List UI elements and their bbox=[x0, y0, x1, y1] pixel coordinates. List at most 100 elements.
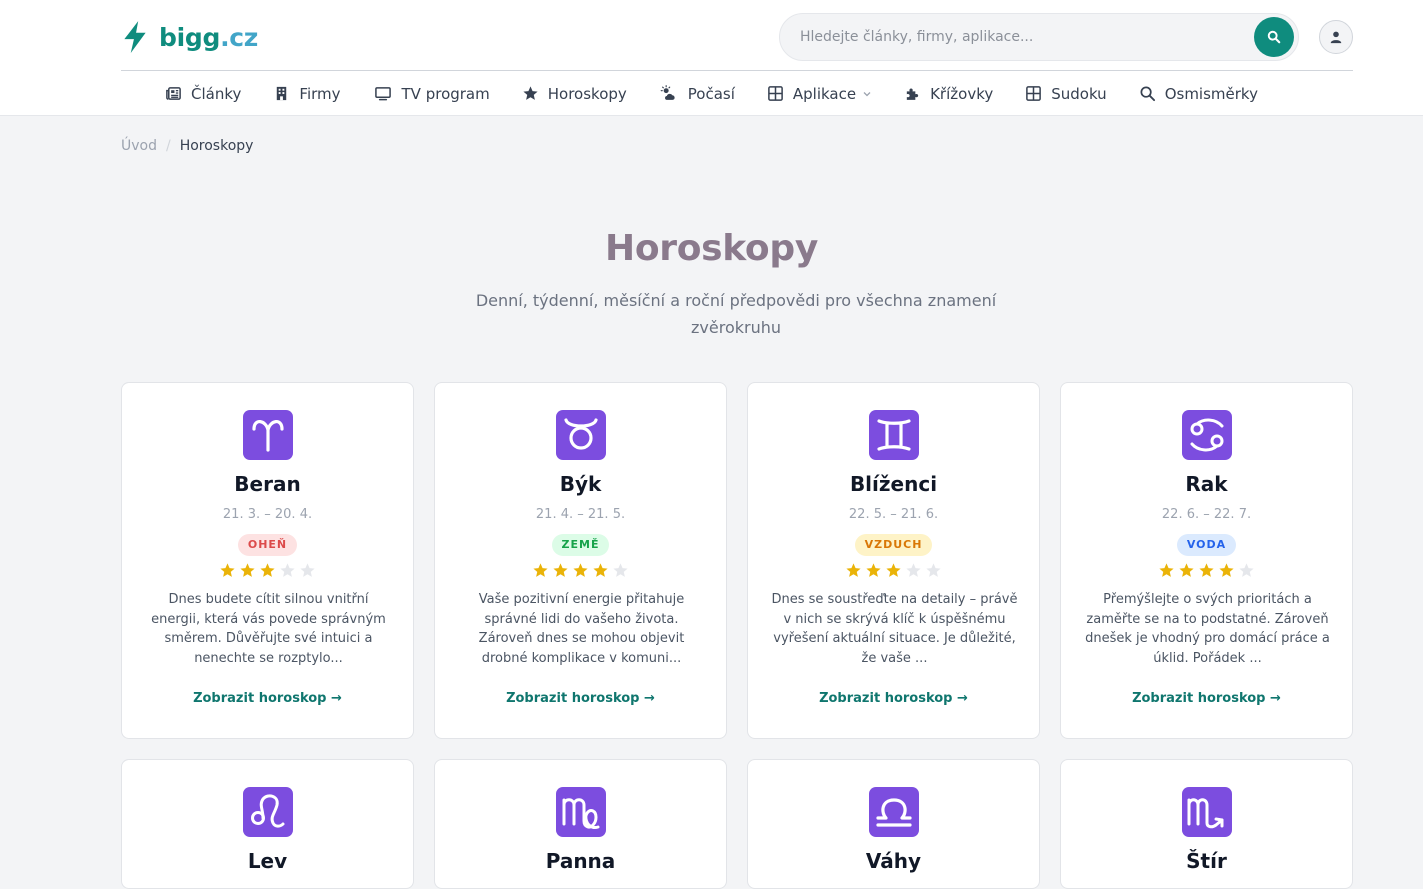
star-icon bbox=[240, 563, 255, 577]
site-logo[interactable]: bigg.cz bbox=[121, 19, 258, 55]
star-rating bbox=[435, 562, 726, 579]
nav-item-sudoku[interactable]: Sudoku bbox=[1009, 72, 1122, 115]
nav-label: Články bbox=[191, 84, 242, 103]
nav-item-osmismerky[interactable]: Osmisměrky bbox=[1123, 72, 1274, 115]
nav-label: Počasí bbox=[687, 84, 735, 103]
search-bar bbox=[779, 13, 1299, 61]
star-icon bbox=[866, 563, 881, 577]
star-icon bbox=[886, 563, 901, 577]
element-badge: VZDUCH bbox=[854, 534, 933, 556]
horoscope-card-beran[interactable]: Beran 21. 3. – 20. 4. OHEŇ Dnes budete c… bbox=[121, 382, 414, 739]
star-icon bbox=[260, 563, 275, 577]
nav-item-firmy[interactable]: Firmy bbox=[257, 72, 356, 115]
nav-item-tv-program[interactable]: TV program bbox=[357, 72, 506, 115]
star-empty-icon bbox=[926, 563, 941, 577]
sign-dates: 22. 5. – 21. 6. bbox=[848, 507, 939, 522]
user-account-button[interactable] bbox=[1319, 20, 1353, 54]
element-badge: ZEMĚ bbox=[551, 534, 610, 556]
star-icon bbox=[523, 86, 538, 100]
nav-label: Horoskopy bbox=[547, 84, 627, 103]
breadcrumb-separator: / bbox=[165, 138, 171, 154]
show-horoscope-link[interactable]: Zobrazit horoskop → bbox=[122, 691, 413, 706]
nav-item-horoskopy[interactable]: Horoskopy bbox=[506, 72, 643, 115]
search-icon bbox=[1267, 30, 1281, 44]
nav-label: Firmy bbox=[299, 84, 341, 103]
sign-name: Rak bbox=[1185, 472, 1228, 496]
star-empty-icon bbox=[906, 563, 921, 577]
nav-label: Křížovky bbox=[930, 84, 994, 103]
star-empty-icon bbox=[1239, 563, 1254, 577]
star-icon bbox=[846, 563, 861, 577]
leo-icon bbox=[243, 787, 293, 837]
star-icon bbox=[1199, 563, 1214, 577]
horoscope-card-stir[interactable]: Štír bbox=[1060, 759, 1353, 889]
horoscope-preview-text: Dnes budete cítit silnou vnitřní energii… bbox=[151, 592, 386, 666]
star-icon bbox=[533, 563, 548, 577]
show-horoscope-link[interactable]: Zobrazit horoskop → bbox=[435, 691, 726, 706]
star-icon bbox=[573, 563, 588, 577]
horoscope-card-panna[interactable]: Panna bbox=[434, 759, 727, 889]
sign-name: Blíženci bbox=[849, 472, 938, 496]
star-icon bbox=[220, 563, 235, 577]
star-empty-icon bbox=[300, 563, 315, 577]
horoscope-card-blizenci[interactable]: Blíženci 22. 5. – 21. 6. VZDUCH Dnes se … bbox=[747, 382, 1040, 739]
search-icon bbox=[1140, 86, 1155, 102]
cancer-icon bbox=[1182, 410, 1232, 460]
page-subtitle: Denní, týdenní, měsíční a roční předpově… bbox=[475, 291, 997, 337]
star-icon bbox=[1159, 563, 1174, 577]
element-badge: OHEŇ bbox=[237, 534, 298, 556]
star-empty-icon bbox=[280, 563, 295, 577]
sign-name: Beran bbox=[234, 472, 301, 496]
nav-item-aplikace[interactable]: Aplikace bbox=[751, 72, 888, 115]
star-icon bbox=[593, 563, 608, 577]
star-empty-icon bbox=[613, 563, 628, 577]
horoscope-preview-text: Vaše pozitivní energie přitahuje správné… bbox=[478, 592, 685, 666]
show-horoscope-link[interactable]: Zobrazit horoskop → bbox=[748, 691, 1039, 706]
horoscope-card-lev[interactable]: Lev bbox=[121, 759, 414, 889]
grid-icon bbox=[768, 86, 783, 101]
puzzle-icon bbox=[906, 88, 919, 100]
grid-icon bbox=[1026, 86, 1042, 101]
star-icon bbox=[1179, 563, 1194, 577]
nav-item-krizovky[interactable]: Křížovky bbox=[888, 72, 1009, 115]
horoscope-card-byk[interactable]: Býk 21. 4. – 21. 5. ZEMĚ Vaše pozitivní … bbox=[434, 382, 727, 739]
star-rating bbox=[1061, 562, 1352, 579]
logo-text: bigg.cz bbox=[159, 22, 259, 52]
sign-name: Panna bbox=[545, 849, 616, 873]
search-button[interactable] bbox=[1254, 17, 1294, 57]
libra-icon bbox=[869, 787, 919, 837]
cloud-sun-icon bbox=[660, 85, 675, 100]
nav-item-pocasi[interactable]: Počasí bbox=[643, 72, 751, 115]
horoscope-preview-text: Přemýšlejte o svých prioritách a zaměřte… bbox=[1085, 592, 1330, 666]
sign-dates: 21. 3. – 20. 4. bbox=[222, 507, 313, 522]
nav-label: Sudoku bbox=[1051, 84, 1107, 103]
site-header: bigg.cz Hledejte články, firmy, aplikace… bbox=[0, 0, 1423, 116]
element-badge: VODA bbox=[1176, 534, 1237, 556]
sign-name: Štír bbox=[1186, 849, 1227, 873]
sign-dates: 21. 4. – 21. 5. bbox=[535, 507, 626, 522]
horoscope-card-rak[interactable]: Rak 22. 6. – 22. 7. VODA Přemýšlejte o s… bbox=[1060, 382, 1353, 739]
newspaper-icon bbox=[166, 87, 181, 100]
search-input[interactable] bbox=[780, 14, 1240, 60]
sign-dates: 22. 6. – 22. 7. bbox=[1161, 507, 1252, 522]
building-icon bbox=[277, 86, 287, 101]
nav-label: Osmisměrky bbox=[1164, 84, 1258, 103]
horoscope-card-vahy[interactable]: Váhy bbox=[747, 759, 1040, 889]
virgo-icon bbox=[556, 787, 606, 837]
nav-item-clanky[interactable]: Články bbox=[149, 72, 257, 115]
main-nav: Články Firmy TV program Horoskopy Počasí… bbox=[0, 72, 1423, 115]
sign-name: Váhy bbox=[865, 849, 922, 873]
nav-label: TV program bbox=[401, 84, 490, 103]
header-top-bar: bigg.cz bbox=[121, 0, 1353, 71]
star-rating bbox=[122, 562, 413, 579]
sign-name: Lev bbox=[247, 849, 288, 873]
aries-icon bbox=[243, 410, 293, 460]
tv-icon bbox=[374, 87, 391, 101]
breadcrumb-home-link[interactable]: Úvod bbox=[121, 138, 157, 154]
gemini-icon bbox=[869, 410, 919, 460]
show-horoscope-link[interactable]: Zobrazit horoskop → bbox=[1061, 691, 1352, 706]
star-icon bbox=[553, 563, 568, 577]
lightning-bolt-icon bbox=[124, 21, 146, 53]
page-title: Horoskopy bbox=[604, 228, 819, 269]
chevron-down-icon bbox=[863, 91, 871, 96]
